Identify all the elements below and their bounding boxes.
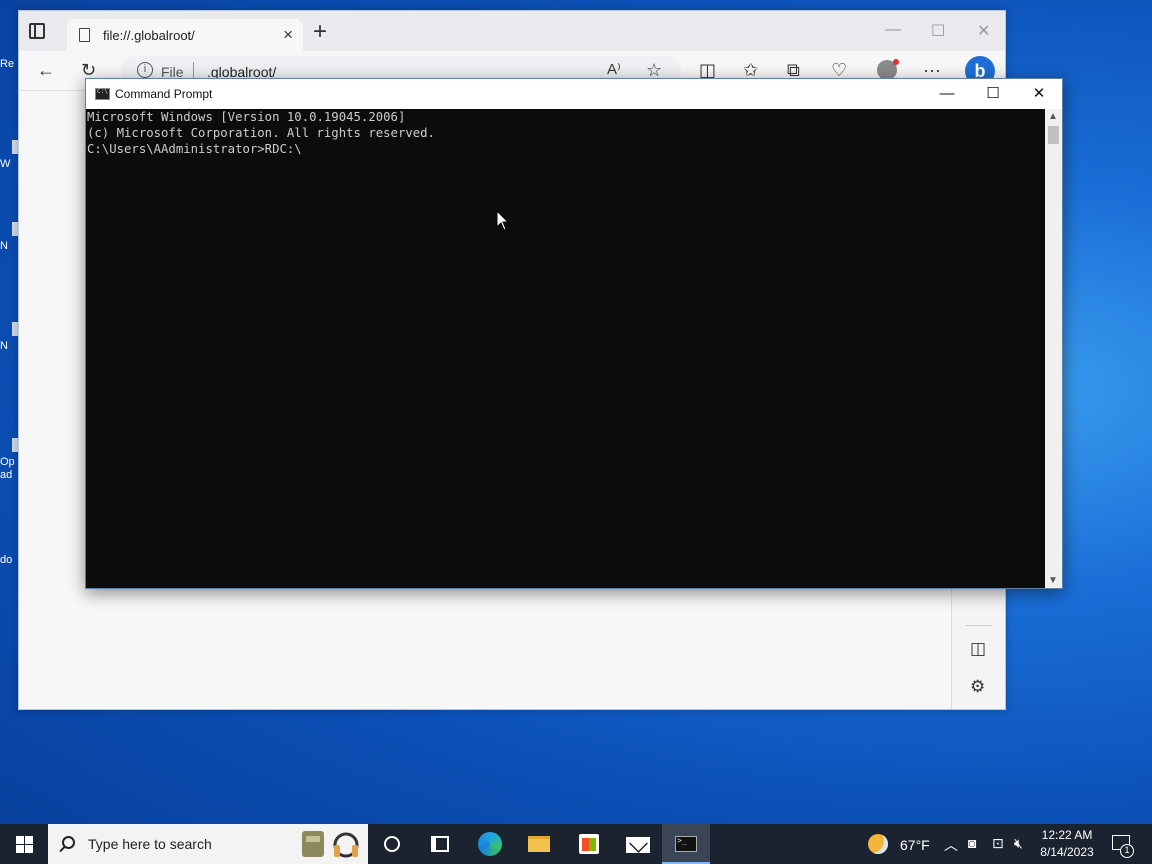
notification-count-badge: 1 (1120, 844, 1134, 858)
taskbar: Type here to search 67°F ︿ ◙ ⊡ 🔇︎ 12:22 … (0, 824, 1152, 864)
minimize-button[interactable]: — (885, 21, 901, 39)
desktop-icon-label: W (0, 158, 11, 170)
cmd-maximize-button[interactable]: ☐ (970, 79, 1016, 109)
tab-close-icon[interactable]: × (283, 25, 293, 45)
desktop-icon-6[interactable]: do (0, 554, 18, 567)
taskbar-clock[interactable]: 12:22 AM 8/14/2023 (1036, 827, 1098, 861)
desktop-icon-label: ad (0, 469, 13, 481)
desktop-icon-3[interactable]: N (0, 222, 18, 253)
cmd-close-button[interactable]: ✕ (1016, 79, 1062, 109)
heart-pulse-icon[interactable]: ♡ (831, 60, 847, 80)
gear-icon[interactable]: ⚙ (970, 677, 985, 697)
command-prompt-window: Command Prompt — ☐ ✕ Microsoft Windows [… (85, 78, 1063, 589)
desktop-icon-5[interactable]: Op ad (0, 438, 18, 482)
desktop-icon-label: Op (0, 456, 15, 468)
meet-now-icon[interactable]: ◙ (968, 835, 976, 851)
windows-logo-icon (16, 836, 24, 844)
cortana-button[interactable] (368, 824, 416, 864)
mail-icon (626, 837, 650, 853)
console-prompt-line: C:\Users\AAdministrator>RDC:\ (87, 142, 302, 156)
cmd-console[interactable]: Microsoft Windows [Version 10.0.19045.20… (86, 109, 1046, 588)
tab-title: file://.globalroot/ (103, 28, 195, 43)
desktop-icon-label: Re (0, 58, 15, 70)
maximize-button[interactable]: ☐ (931, 21, 945, 41)
more-icon[interactable]: ··· (923, 60, 941, 80)
file-icon (79, 28, 90, 42)
scroll-up-icon[interactable]: ▲ (1048, 111, 1058, 122)
console-line: (c) Microsoft Corporation. All rights re… (87, 126, 435, 140)
cmd-minimize-button[interactable]: — (924, 79, 970, 109)
refresh-icon[interactable]: ↻ (81, 60, 96, 80)
scroll-down-icon[interactable]: ▼ (1048, 575, 1058, 586)
info-icon[interactable]: i (137, 62, 153, 78)
search-highlight-illustration[interactable] (300, 827, 360, 861)
close-button[interactable]: ✕ (977, 21, 990, 41)
weather-temperature[interactable]: 67°F (900, 837, 930, 853)
browser-tab-bar: file://.globalroot/ × + — ☐ ✕ (19, 11, 1005, 51)
cmd-window-title: Command Prompt (115, 87, 213, 101)
cmd-scrollbar[interactable]: ▲ ▼ (1045, 109, 1062, 588)
taskbar-command-prompt[interactable] (662, 824, 710, 864)
taskbar-mail[interactable] (613, 824, 661, 864)
search-placeholder: Type here to search (88, 836, 212, 852)
chevron-up-icon[interactable]: ︿ (944, 835, 958, 855)
desktop-icon-recycle-bin[interactable]: Re (0, 58, 18, 71)
network-icon[interactable]: ⊡ (992, 835, 1004, 852)
taskbar-file-explorer[interactable] (515, 824, 563, 864)
scroll-thumb[interactable] (1048, 126, 1059, 144)
start-button[interactable] (0, 824, 48, 864)
desktop-icon-4[interactable]: N (0, 322, 18, 353)
windows-logo-tile (16, 845, 24, 853)
edge-icon (478, 832, 502, 856)
clock-time: 12:22 AM (1041, 828, 1093, 842)
taskbar-store[interactable] (565, 824, 613, 864)
console-line: Microsoft Windows [Version 10.0.19045.20… (87, 110, 406, 124)
store-icon (579, 834, 599, 854)
split-screen-icon[interactable]: ◫ (699, 60, 716, 80)
new-tab-icon[interactable]: + (313, 20, 327, 44)
sidebar-panel-icon[interactable]: ◫ (970, 639, 986, 659)
desktop-icon-2[interactable]: W (0, 140, 18, 171)
desktop-icon-label: N (0, 340, 8, 352)
read-aloud-icon[interactable]: A⁾ (607, 60, 621, 80)
search-icon (62, 836, 75, 849)
task-view-icon (431, 836, 449, 852)
notification-dot (893, 59, 899, 65)
volume-muted-icon[interactable]: 🔇︎ (1014, 835, 1023, 852)
task-view-button[interactable] (416, 824, 464, 864)
sidebar-divider (966, 625, 992, 626)
desktop-icon-label: N (0, 240, 8, 252)
desktop-icon-label: do (0, 554, 13, 566)
favorites-icon[interactable]: ✩ (743, 60, 758, 80)
taskbar-edge[interactable] (466, 824, 514, 864)
taskbar-search-box[interactable]: Type here to search (48, 824, 368, 864)
weather-icon[interactable] (868, 834, 888, 854)
folder-icon (528, 836, 550, 852)
cmd-title-bar[interactable]: Command Prompt — ☐ ✕ (86, 79, 1062, 109)
windows-logo-tile (25, 836, 33, 844)
clock-date: 8/14/2023 (1040, 845, 1094, 859)
windows-logo-tile (25, 845, 33, 853)
back-arrow-icon[interactable]: ← (37, 60, 55, 80)
cmd-app-icon (95, 88, 110, 100)
terminal-icon (675, 836, 697, 852)
tab-actions-icon[interactable] (29, 23, 45, 39)
collections-icon[interactable]: ⧉ (787, 60, 800, 80)
star-icon[interactable]: ☆ (646, 60, 662, 80)
browser-tab[interactable]: file://.globalroot/ × (67, 19, 303, 51)
cortana-icon (384, 836, 400, 852)
